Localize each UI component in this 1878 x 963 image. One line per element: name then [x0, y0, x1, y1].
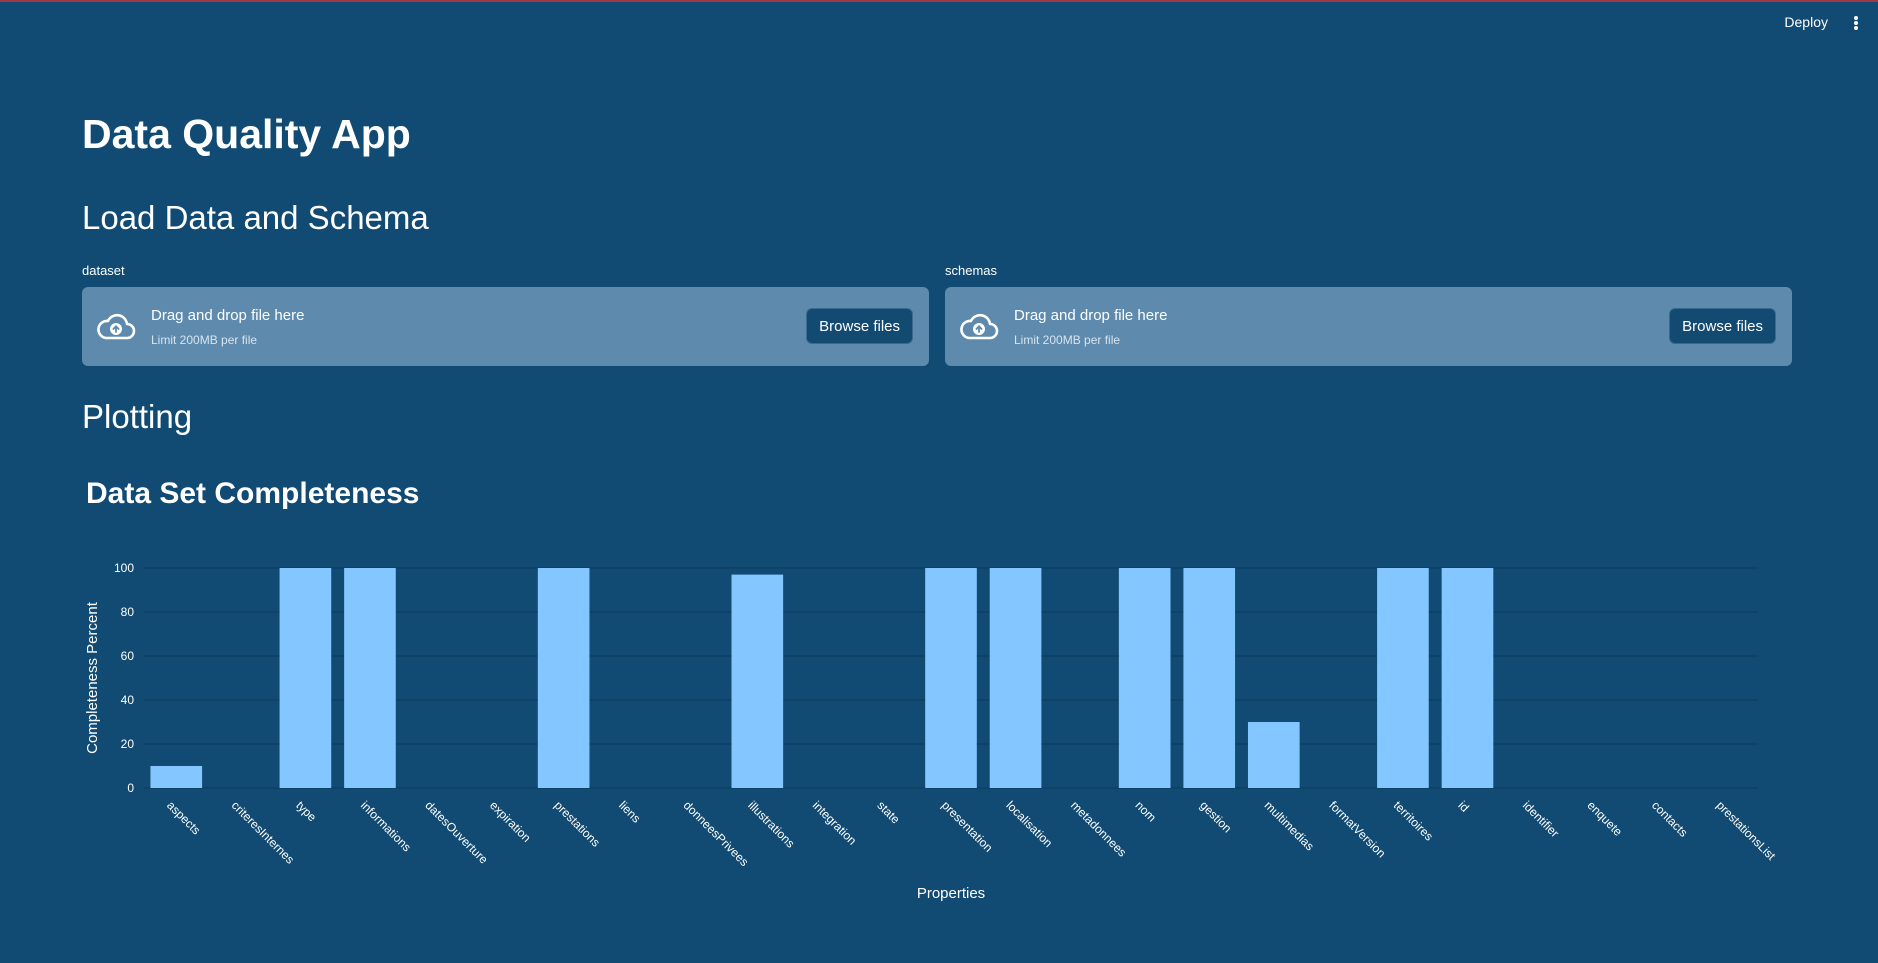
schemas-dropzone[interactable]: Drag and drop file here Limit 200MB per …: [945, 287, 1792, 366]
completeness-bar-chart: 0 20 40 60 80 100 aspects criteresInternestype…: [84, 561, 1779, 902]
schemas-limit-text: Limit 200MB per file: [1014, 333, 1121, 347]
more-options-icon[interactable]: [1850, 12, 1862, 34]
x-tick-label: enquete: [1584, 798, 1625, 839]
chart-x-ticks: aspects criteresInternestype informations d…: [164, 798, 1779, 869]
x-tick-label: liens: [616, 798, 643, 825]
bar-aspects: [150, 766, 203, 788]
x-tick-label: metadonnees: [1068, 798, 1129, 859]
load-section-title: Load Data and Schema: [82, 199, 429, 236]
plot-section-title: Plotting: [82, 398, 193, 435]
top-bar: Deploy: [0, 0, 1878, 48]
x-tick-label: gestion: [1197, 798, 1234, 835]
bar-territoires: [1377, 568, 1429, 788]
bar-informations: [344, 568, 396, 788]
bar-nom: [1118, 568, 1171, 788]
bar-gestion: [1183, 568, 1236, 788]
y-tick-label: 100: [114, 561, 134, 575]
x-tick-label: formatVersion: [1326, 798, 1388, 860]
y-tick-label: 20: [121, 737, 135, 751]
chart-bars: [150, 568, 1494, 788]
x-tick-label: donneesPrivees: [681, 798, 752, 869]
dataset-dropzone[interactable]: Drag and drop file here Limit 200MB per …: [82, 287, 929, 366]
x-tick-label: territoires: [1391, 798, 1436, 843]
x-tick-label: id: [1455, 798, 1472, 815]
dataset-drop-text: Drag and drop file here: [151, 307, 305, 324]
chart-y-ticks: 0 20 40 60 80 100: [114, 561, 134, 795]
x-tick-label: localisation: [1003, 798, 1055, 850]
x-tick-label: multimedias: [1262, 798, 1317, 853]
x-tick-label: illustrations: [745, 798, 797, 850]
y-tick-label: 0: [127, 781, 134, 795]
x-tick-label: prestationsList: [1714, 798, 1779, 863]
schemas-uploader-label: schemas: [945, 263, 998, 278]
x-tick-label: nom: [1133, 798, 1159, 824]
bar-type: [279, 568, 332, 788]
x-tick-label: state: [874, 798, 903, 827]
x-tick-label: integration: [810, 798, 860, 848]
dataset-limit-text: Limit 200MB per file: [151, 333, 258, 347]
x-tick-label: informations: [358, 798, 414, 854]
y-tick-label: 40: [121, 693, 135, 707]
x-tick-label: identifier: [1520, 798, 1562, 840]
x-tick-label: datesOuverture: [422, 798, 491, 867]
y-tick-label: 80: [121, 605, 135, 619]
bar-id: [1441, 568, 1494, 788]
x-tick-label: prestations: [552, 798, 603, 849]
bar-presentation: [925, 568, 977, 788]
bar-illustrations: [731, 574, 784, 788]
x-tick-label: type: [293, 798, 319, 824]
bar-prestations: [537, 568, 590, 788]
bar-multimedias: [1247, 722, 1300, 788]
chart-title: Data Set Completeness: [86, 477, 420, 510]
bar-localisation: [989, 568, 1042, 788]
x-tick-label: expiration: [487, 798, 534, 845]
x-tick-label: presentation: [939, 798, 996, 855]
y-tick-label: 60: [121, 649, 135, 663]
page-title: Data Quality App: [82, 111, 411, 157]
cloud-upload-icon: [960, 313, 999, 340]
dataset-uploader-label: dataset: [82, 263, 125, 278]
x-tick-label: criteresInternes: [229, 798, 297, 866]
y-axis-label: Completeness Percent: [84, 601, 101, 754]
dataset-browse-button[interactable]: Browse files: [806, 308, 913, 344]
x-tick-label: aspects: [164, 798, 203, 837]
x-tick-label: contacts: [1649, 798, 1691, 840]
x-axis-label: Properties: [917, 885, 985, 902]
deploy-button[interactable]: Deploy: [1784, 14, 1828, 30]
schemas-drop-text: Drag and drop file here: [1014, 307, 1168, 324]
schemas-browse-button[interactable]: Browse files: [1669, 308, 1776, 344]
cloud-upload-icon: [97, 313, 136, 340]
